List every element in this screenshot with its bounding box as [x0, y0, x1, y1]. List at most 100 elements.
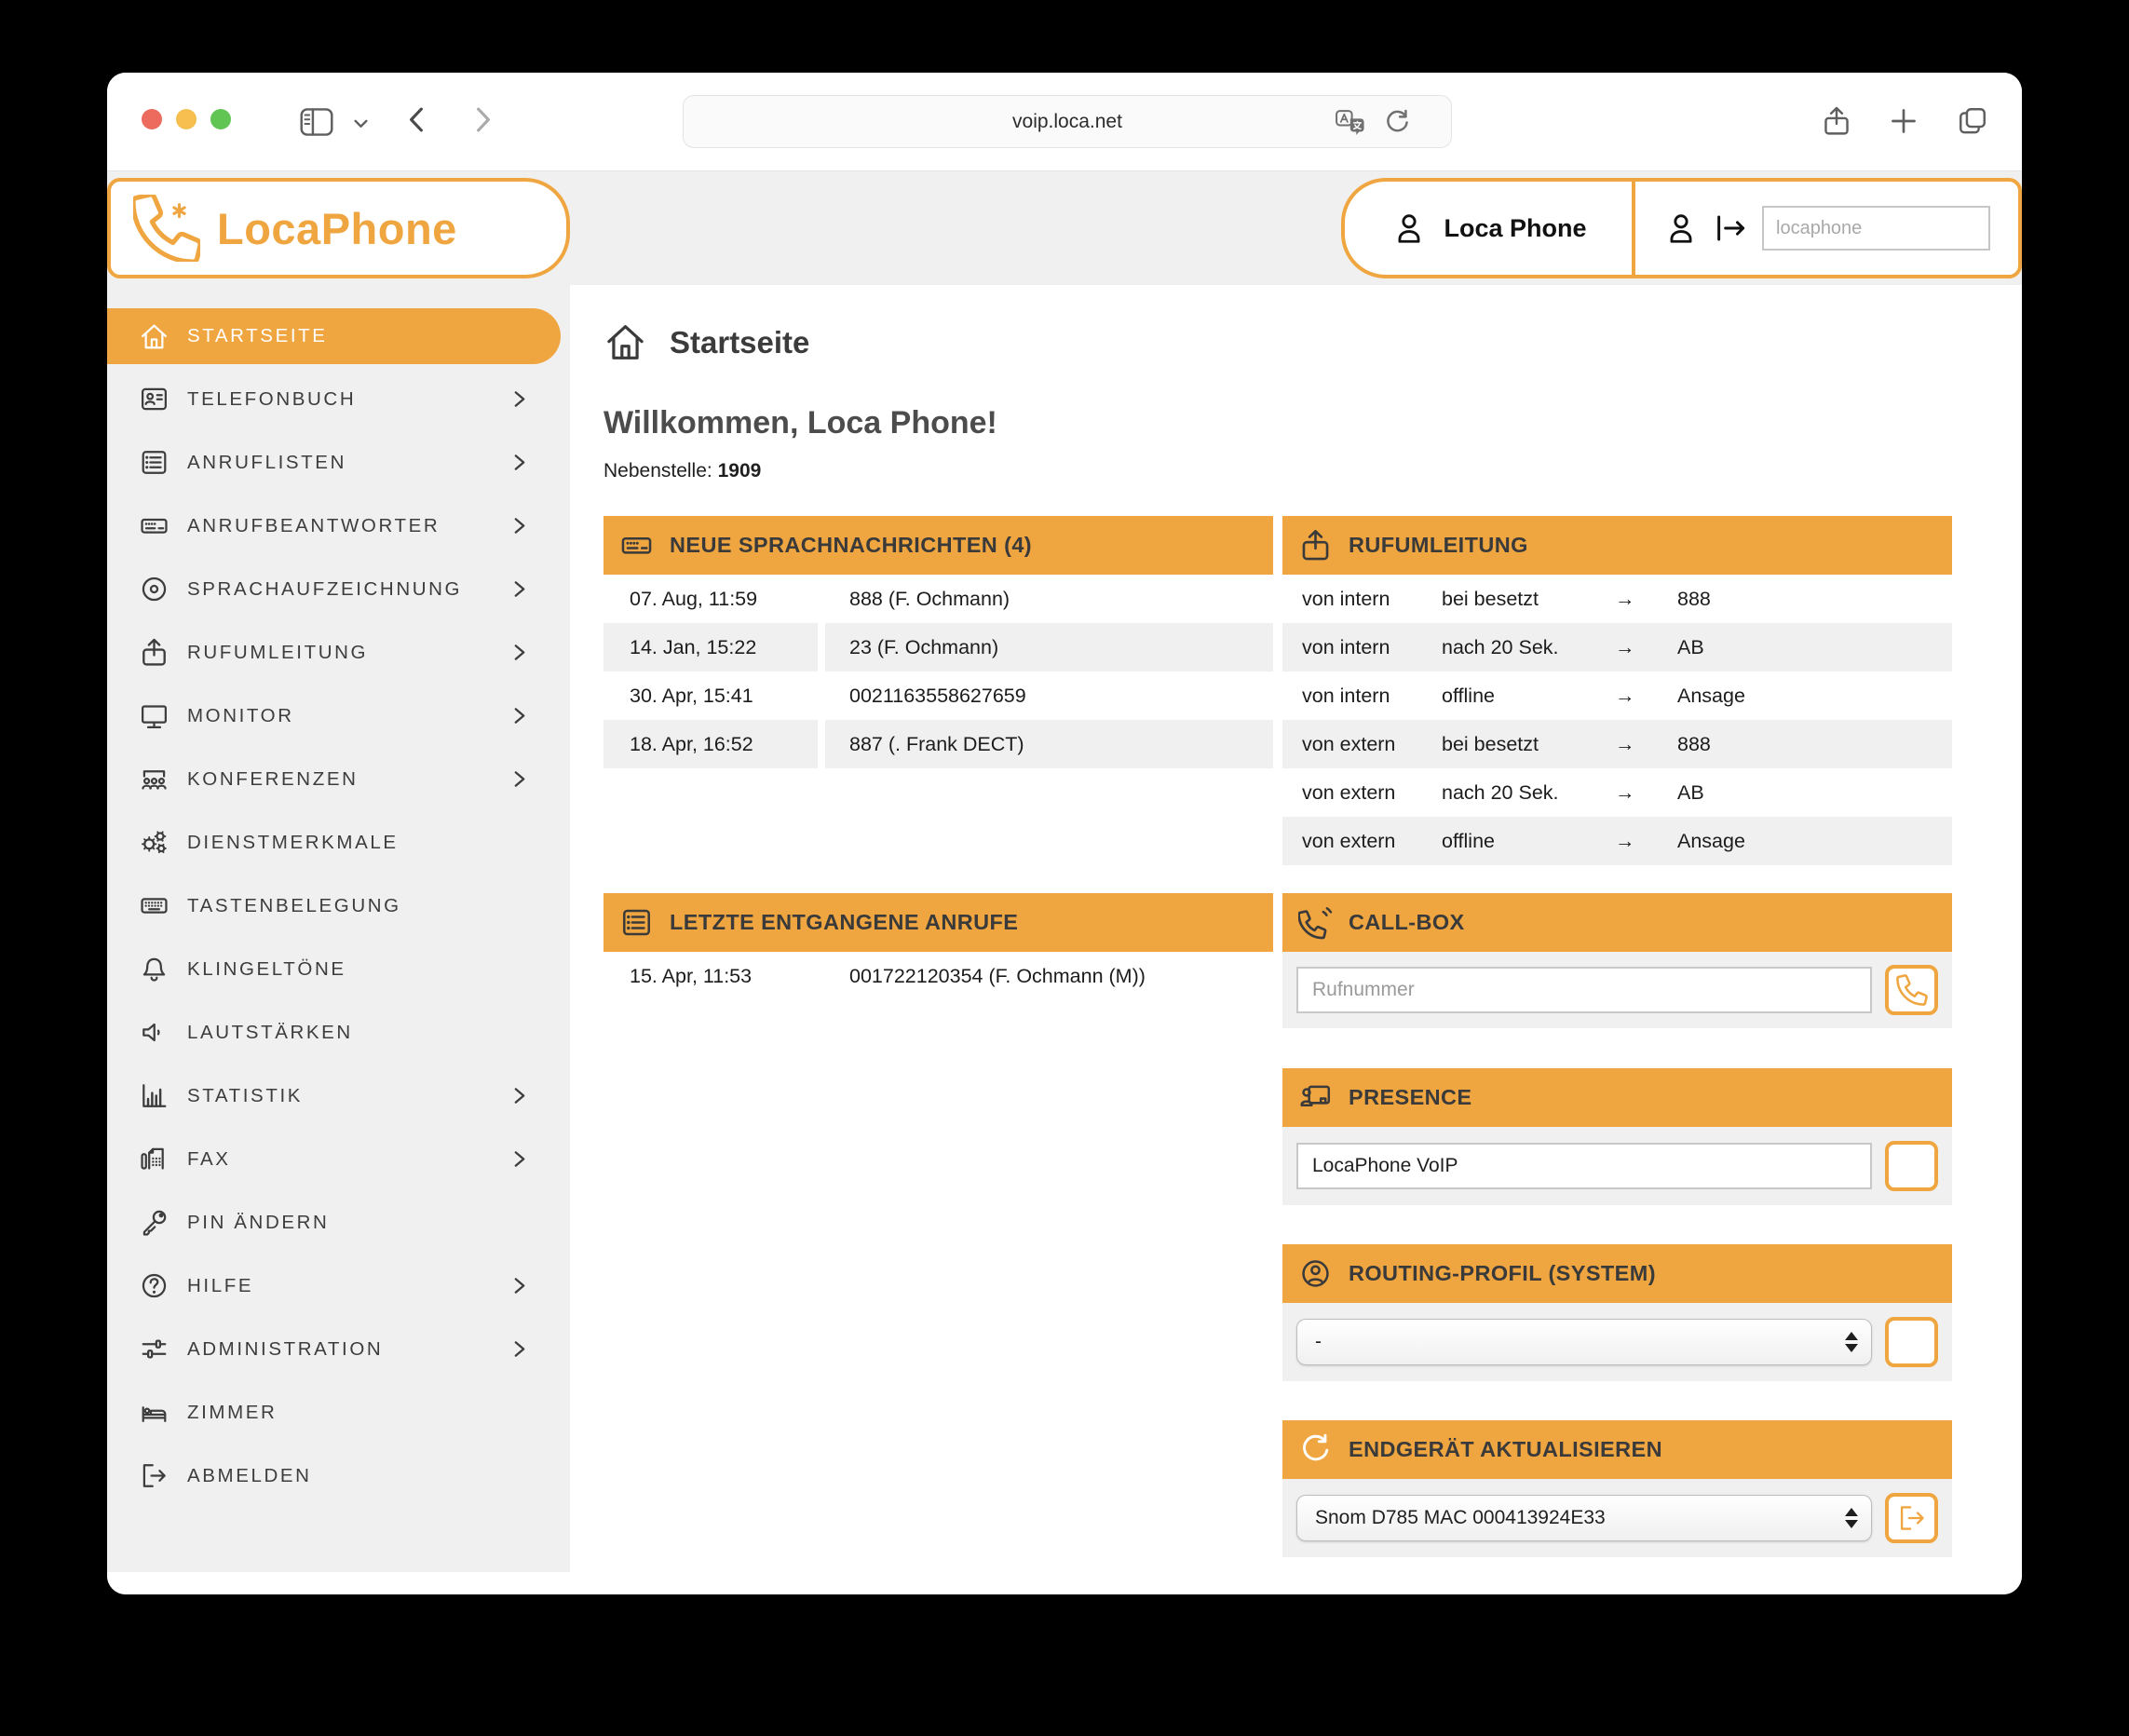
share-icon[interactable] — [1821, 102, 1852, 141]
voicemail-row[interactable]: 14. Jan, 15:2223 (F. Ochmann) — [603, 623, 1273, 671]
close-window-button[interactable] — [142, 109, 162, 129]
bed-icon — [139, 1397, 170, 1428]
keyboard-icon — [139, 890, 170, 921]
sidebar-item-lautstarken[interactable]: LAUTSTÄRKEN — [107, 1010, 561, 1054]
check-icon — [1896, 1150, 1928, 1182]
call-list-icon — [619, 905, 654, 940]
login-as-input[interactable] — [1762, 206, 1990, 251]
window-bottom — [107, 1572, 2022, 1594]
forwarding-panel-title: RUFUMLEITUNG — [1349, 533, 1528, 558]
share-icon — [139, 637, 170, 668]
sidebar: STARTSEITE TELEFONBUCH ANRUFLISTEN ANRUFBEA… — [107, 285, 570, 1572]
chevron-right-icon — [512, 514, 527, 537]
voicemail-row[interactable]: 30. Apr, 15:410021163558627659 — [603, 671, 1273, 720]
url-field[interactable]: voip.loca.net — [683, 95, 1452, 148]
missed-calls-panel: LETZTE ENTGANGENE ANRUFE 15. Apr, 11:530… — [603, 893, 1273, 1000]
page-title: Startseite — [670, 325, 809, 360]
current-user: Loca Phone — [1345, 182, 1635, 275]
sidebar-item-label: RUFUMLEITUNG — [187, 642, 368, 664]
call-date: 18. Apr, 16:52 — [603, 720, 818, 768]
sidebar-item-tastenbelegung[interactable]: TASTENBELEGUNG — [107, 884, 561, 928]
sidebar-item-label: HILFE — [187, 1275, 253, 1297]
contacts-icon — [139, 384, 170, 414]
zoom-window-button[interactable] — [210, 109, 231, 129]
sidebar-item-klingeltone[interactable]: KLINGELTÖNE — [107, 947, 561, 991]
routing-profile-select[interactable]: - — [1296, 1319, 1872, 1365]
presence-panel: PRESENCE — [1282, 1068, 1952, 1205]
chevron-right-icon — [512, 577, 527, 601]
forwarding-condition: offline — [1442, 685, 1607, 708]
presence-input[interactable] — [1296, 1143, 1872, 1189]
record-icon — [139, 574, 170, 604]
sidebar-item-label: ANRUFBEANTWORTER — [187, 515, 440, 537]
browser-toolbar: voip.loca.net — [107, 73, 2022, 171]
call-number: 001722120354 (F. Ochmann (M)) — [825, 952, 1273, 1000]
forwarding-target: AB — [1677, 636, 1952, 659]
voicemail-row[interactable]: 07. Aug, 11:59888 (F. Ochmann) — [603, 575, 1273, 623]
logout-icon — [139, 1460, 170, 1491]
callbox-number-input[interactable] — [1296, 967, 1872, 1013]
sidebar-item-label: TASTENBELEGUNG — [187, 895, 401, 917]
chevron-down-icon[interactable] — [351, 115, 371, 130]
voicemail-panel-header: NEUE SPRACHNACHRICHTEN (4) — [603, 516, 1273, 575]
sidebar-item-dienstmerkmale[interactable]: DIENSTMERKMALE — [107, 821, 561, 864]
sidebar-item-sprachaufzeichnung[interactable]: SPRACHAUFZEICHNUNG — [107, 567, 561, 611]
call-date: 07. Aug, 11:59 — [603, 575, 818, 623]
tab-overview-icon[interactable] — [1957, 105, 1988, 137]
sidebar-item-hilfe[interactable]: HILFE — [107, 1264, 561, 1308]
sidebar-toggle-icon[interactable] — [298, 104, 335, 140]
routing-apply-button[interactable] — [1885, 1317, 1938, 1367]
sidebar-item-administration[interactable]: ADMINISTRATION — [107, 1327, 561, 1371]
sidebar-item-konferenzen[interactable]: KONFERENZEN — [107, 757, 561, 801]
sidebar-item-label: FAX — [187, 1148, 231, 1171]
missed-call-row[interactable]: 15. Apr, 11:53001722120354 (F. Ochmann (… — [603, 952, 1273, 1000]
url-text: voip.loca.net — [1012, 111, 1122, 133]
back-icon[interactable] — [405, 103, 427, 136]
arrow-right-icon: → — [1607, 733, 1677, 756]
phone-icon — [1896, 974, 1928, 1006]
forwarding-condition: nach 20 Sek. — [1442, 636, 1607, 659]
key-icon — [139, 1207, 170, 1238]
sidebar-item-label: PIN ÄNDERN — [187, 1212, 329, 1234]
extension-value: 1909 — [718, 460, 762, 481]
presence-apply-button[interactable] — [1885, 1141, 1938, 1191]
sidebar-item-rufumleitung[interactable]: RUFUMLEITUNG — [107, 631, 561, 674]
reload-icon[interactable] — [1381, 107, 1412, 138]
sidebar-item-telefonbuch[interactable]: TELEFONBUCH — [107, 377, 561, 421]
minimize-window-button[interactable] — [176, 109, 197, 129]
user-icon — [1390, 209, 1429, 248]
new-tab-icon[interactable] — [1888, 105, 1919, 137]
callbox-panel-title: CALL-BOX — [1349, 910, 1465, 935]
sidebar-item-monitor[interactable]: MONITOR — [107, 694, 561, 738]
call-button[interactable] — [1885, 965, 1938, 1015]
voicemail-panel-title: NEUE SPRACHNACHRICHTEN (4) — [670, 533, 1032, 558]
sidebar-item-statistik[interactable]: STATISTIK — [107, 1074, 561, 1118]
forwarding-condition: bei besetzt — [1442, 588, 1607, 611]
voicemail-panel: NEUE SPRACHNACHRICHTEN (4) 07. Aug, 11:5… — [603, 516, 1273, 768]
sidebar-item-anruflisten[interactable]: ANRUFLISTEN — [107, 441, 561, 484]
forwarding-target: Ansage — [1677, 830, 1952, 853]
sidebar-item-fax[interactable]: FAX — [107, 1137, 561, 1181]
sidebar-item-anrufbeantworter[interactable]: ANRUFBEANTWORTER — [107, 504, 561, 548]
list-icon — [139, 447, 170, 478]
sidebar-item-label: MONITOR — [187, 705, 294, 727]
presence-icon — [1298, 1080, 1333, 1115]
voicemail-row[interactable]: 18. Apr, 16:52887 (. Frank DECT) — [603, 720, 1273, 768]
chevron-right-icon — [512, 387, 527, 411]
call-forwarding-icon — [1298, 528, 1333, 563]
presence-panel-title: PRESENCE — [1349, 1085, 1471, 1110]
forward-icon[interactable] — [472, 103, 495, 136]
sidebar-item-label: ANRUFLISTEN — [187, 452, 346, 474]
sidebar-item-abmelden[interactable]: ABMELDEN — [107, 1454, 561, 1498]
sidebar-item-pin-andern[interactable]: PIN ÄNDERN — [107, 1200, 561, 1244]
sidebar-item-startseite[interactable]: STARTSEITE — [107, 308, 561, 364]
app-header: LocaPhone Loca Phone — [107, 171, 2022, 285]
arrow-right-icon: → — [1607, 636, 1677, 659]
sidebar-item-zimmer[interactable]: ZIMMER — [107, 1390, 561, 1434]
device-update-button[interactable] — [1885, 1493, 1938, 1543]
forwarding-row: von externbei besetzt→888 — [1282, 720, 1952, 768]
welcome-heading: Willkommen, Loca Phone! — [603, 405, 2022, 441]
translate-icon[interactable] — [1334, 107, 1369, 138]
select-stepper-icon — [1845, 1332, 1858, 1352]
device-select[interactable]: Snom D785 MAC 000413924E33 — [1296, 1495, 1872, 1541]
